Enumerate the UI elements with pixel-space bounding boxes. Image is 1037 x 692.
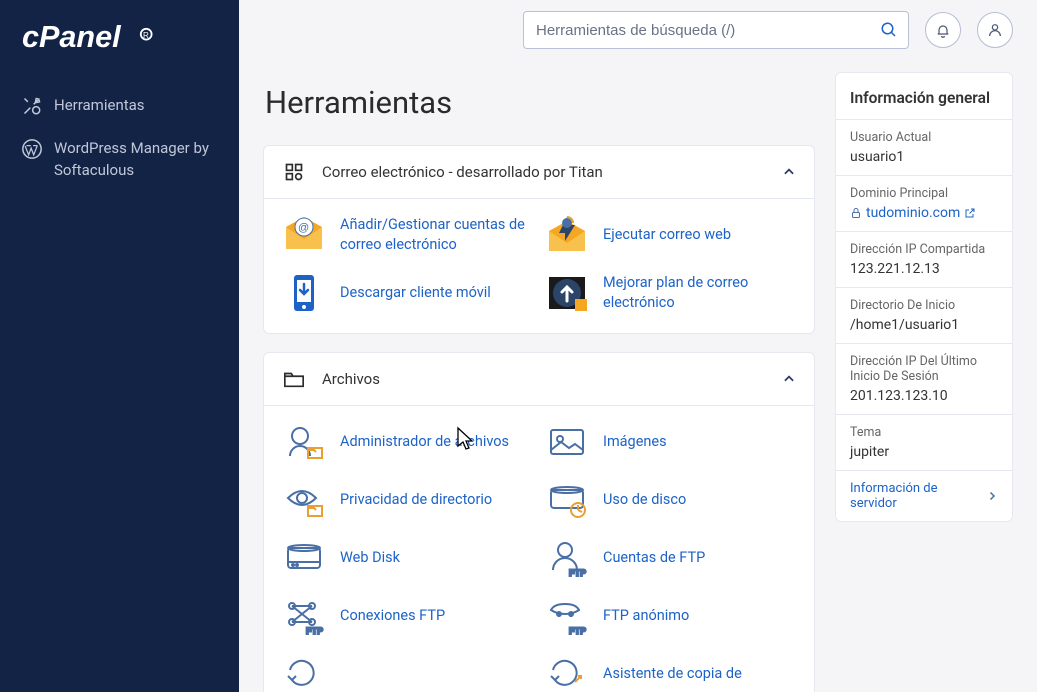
tool-ftp-connections[interactable]: FTP Conexiones FTP [282,594,533,638]
tool-label: Ejecutar correo web [603,225,731,245]
ftp-connections-icon: FTP [282,594,326,638]
panel-email: Correo electrónico - desarrollado por Ti… [263,145,815,334]
anonymous-ftp-icon: FTP [545,594,589,638]
nav-label: WordPress Manager by Softaculous [54,137,217,182]
web-disk-icon [282,536,326,580]
panel-header-email[interactable]: Correo electrónico - desarrollado por Ti… [264,146,814,198]
page-title: Herramientas [265,84,815,121]
backup-wizard-icon [545,652,589,692]
apps-grid-icon [282,162,306,182]
panel-header-files[interactable]: Archivos [264,353,814,405]
info-row-domain: Dominio Principal tudominio.com [836,176,1012,232]
backup-icon [282,652,326,692]
info-row-user: Usuario Actual usuario1 [836,120,1012,176]
server-link-label: Información de servidor [850,481,986,511]
info-label: Usuario Actual [850,130,998,145]
wordpress-icon [22,139,42,159]
tool-file-manager[interactable]: Administrador de archivos [282,420,533,464]
email-accounts-icon: @ [282,213,326,257]
tool-upgrade-email[interactable]: Mejorar plan de correo electrónico [545,271,796,315]
nav-tools[interactable]: Herramientas [0,84,239,127]
svg-text:FTP: FTP [569,568,586,578]
tool-disk-usage[interactable]: Uso de disco [545,478,796,522]
folder-icon [282,369,306,389]
tool-anonymous-ftp[interactable]: FTP FTP anónimo [545,594,796,638]
chevron-up-icon[interactable] [782,372,796,386]
tool-label: Mejorar plan de correo electrónico [603,273,796,312]
info-value: 201.123.123.10 [850,388,998,404]
external-link-icon [964,207,976,219]
tool-label: Cuentas de FTP [603,548,705,568]
download-mobile-icon [282,271,326,315]
tool-label: Web Disk [340,548,400,568]
chevron-right-icon [986,490,998,502]
images-icon [545,420,589,464]
info-label: Tema [850,425,998,440]
tool-label: Administrador de archivos [340,432,509,452]
info-title: Información general [836,73,1012,120]
cpanel-logo[interactable]: cPanel R [0,18,239,84]
search-button[interactable] [870,12,908,48]
tool-label: Uso de disco [603,490,686,510]
tool-mobile-client[interactable]: Descargar cliente móvil [282,271,533,315]
tool-label: FTP anónimo [603,606,689,626]
tool-images[interactable]: Imágenes [545,420,796,464]
tool-web-disk[interactable]: Web Disk [282,536,533,580]
chevron-up-icon[interactable] [782,165,796,179]
info-label: Dirección IP Compartida [850,242,998,257]
topbar [239,0,1037,60]
info-label: Dirección IP Del Último Inicio De Sesión [850,354,998,384]
tool-manage-email[interactable]: @ Añadir/Gestionar cuentas de correo ele… [282,213,533,257]
svg-text:FTP: FTP [569,626,586,636]
domain-text: tudominio.com [866,205,960,221]
svg-text:cPanel: cPanel [22,20,122,54]
tool-label: Asistente de copia de [603,664,742,684]
primary-domain-link[interactable]: tudominio.com [850,205,998,221]
info-value: /home1/usuario1 [850,317,998,333]
server-info-link[interactable]: Información de servidor [850,481,998,511]
tool-label: Conexiones FTP [340,606,445,626]
info-label: Directorio De Inicio [850,298,998,313]
nav-wordpress[interactable]: WordPress Manager by Softaculous [0,127,239,192]
tool-directory-privacy[interactable]: Privacidad de directorio [282,478,533,522]
user-menu-button[interactable] [977,12,1013,48]
info-row-last-ip: Dirección IP Del Último Inicio De Sesión… [836,344,1012,415]
lock-icon [850,207,862,219]
tool-label: Privacidad de directorio [340,490,492,510]
tool-label: Añadir/Gestionar cuentas de correo elect… [340,215,533,254]
webmail-icon [545,213,589,257]
panel-title: Archivos [322,370,766,388]
general-info-card: Información general Usuario Actual usuar… [835,72,1013,522]
file-manager-icon [282,420,326,464]
tool-ftp-accounts[interactable]: FTP Cuentas de FTP [545,536,796,580]
info-row-shared-ip: Dirección IP Compartida 123.221.12.13 [836,232,1012,288]
tool-webmail[interactable]: Ejecutar correo web [545,213,796,257]
tool-backup-wizard[interactable]: Asistente de copia de [545,652,796,692]
tool-label: Descargar cliente móvil [340,283,491,303]
svg-text:FTP: FTP [306,626,323,636]
info-label: Dominio Principal [850,186,998,201]
search-input[interactable] [523,11,909,49]
panel-files: Archivos Administrador de archivos [263,352,815,692]
info-value: usuario1 [850,149,998,165]
tool-backup[interactable] [282,652,533,692]
upgrade-plan-icon [545,271,589,315]
svg-text:@: @ [298,222,309,234]
tools-icon [22,96,42,116]
svg-text:R: R [143,31,149,40]
info-row-theme: Tema jupiter [836,415,1012,471]
notifications-button[interactable] [925,12,961,48]
sidebar: cPanel R Herramientas WordPress Manager … [0,0,239,692]
info-value: jupiter [850,444,998,460]
ftp-accounts-icon: FTP [545,536,589,580]
info-row-home-dir: Directorio De Inicio /home1/usuario1 [836,288,1012,344]
tool-label: Imágenes [603,432,667,452]
disk-usage-icon [545,478,589,522]
nav-label: Herramientas [54,94,145,117]
panel-title: Correo electrónico - desarrollado por Ti… [322,163,766,181]
directory-privacy-icon [282,478,326,522]
info-value: 123.221.12.13 [850,261,998,277]
